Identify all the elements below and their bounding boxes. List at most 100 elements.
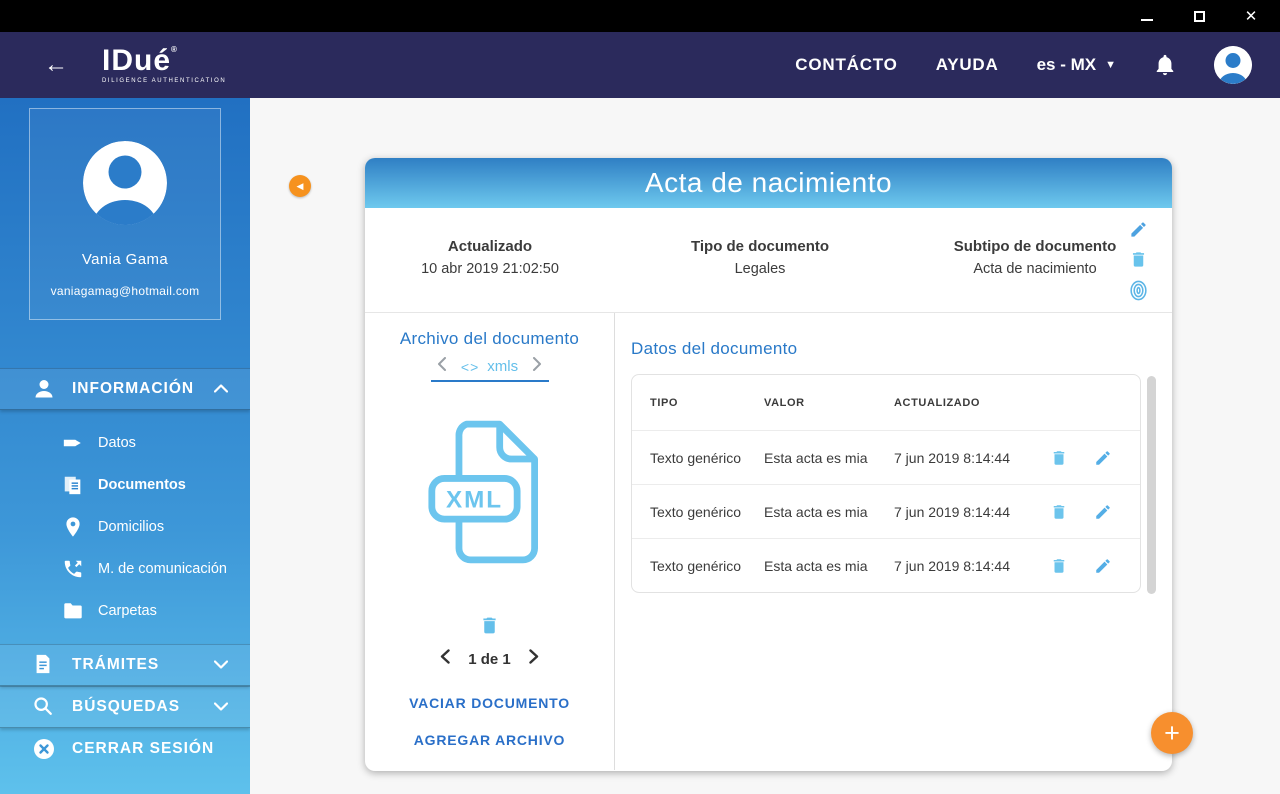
profile-name: Vania Gama xyxy=(81,251,169,268)
delete-trash-icon[interactable] xyxy=(1129,250,1148,269)
location-pin-icon xyxy=(62,516,84,538)
user-avatar[interactable] xyxy=(1214,46,1252,84)
logo-text: IDué xyxy=(102,44,172,77)
app-header: ← IDué® DILIGENCE AUTHENTICATION CONTÁCT… xyxy=(0,32,1280,98)
add-fab-button[interactable]: + xyxy=(1151,712,1193,754)
profile-email: vaniagamag@hotmail.com xyxy=(50,284,200,298)
cell-tipo: Texto genérico xyxy=(650,557,742,574)
sidebar-item-label: Documentos xyxy=(98,477,186,493)
registered-mark: ® xyxy=(171,45,178,54)
cell-actualizado: 7 jun 2019 8:14:44 xyxy=(894,503,1010,520)
fingerprint-icon[interactable] xyxy=(1129,280,1148,301)
document-card-header: Acta de nacimiento xyxy=(365,158,1172,208)
vaciar-documento-link[interactable]: VACIAR DOCUMENTO xyxy=(409,695,570,711)
column-header-actualizado: ACTUALIZADO xyxy=(894,396,981,409)
sidebar: Vania Gama vaniagamag@hotmail.com INFORM… xyxy=(0,98,250,794)
cell-actualizado: 7 jun 2019 8:14:44 xyxy=(894,557,1010,574)
logo-tagline: DILIGENCE AUTHENTICATION xyxy=(102,78,227,84)
profile-card: Vania Gama vaniagamag@hotmail.com xyxy=(29,108,221,320)
archivo-panel: Archivo del documento <> xmls XML 1 de 1… xyxy=(365,313,615,770)
datos-table: TIPO VALOR ACTUALIZADO Texto genérico Es… xyxy=(631,374,1141,593)
meta-label: Subtipo de documento xyxy=(953,238,1117,255)
code-icon: <> xyxy=(460,358,480,375)
logout-button[interactable]: CERRAR SESIÓN xyxy=(0,728,250,770)
datos-heading: Datos del documento xyxy=(631,339,798,358)
document-card: Acta de nacimiento Actualizado 10 abr 20… xyxy=(365,158,1172,771)
datos-panel: Datos del documento TIPO VALOR ACTUALIZA… xyxy=(615,313,1172,770)
close-circle-icon xyxy=(32,737,56,761)
meta-value: Acta de nacimiento xyxy=(973,261,1097,277)
chevron-down-icon xyxy=(213,656,229,674)
table-row: Texto genérico Esta acta es mia 7 jun 20… xyxy=(632,430,1140,484)
row-delete-trash-icon[interactable] xyxy=(1050,557,1068,575)
documents-icon xyxy=(62,474,84,496)
pager-prev-icon[interactable] xyxy=(440,649,450,669)
cell-valor: Esta acta es mia xyxy=(764,503,868,520)
tag-icon xyxy=(62,432,84,454)
nav-contacto[interactable]: CONTÁCTO xyxy=(795,55,897,75)
sidebar-item-domicilios[interactable]: Domicilios xyxy=(0,506,250,548)
document-meta: Actualizado 10 abr 2019 21:02:50 Tipo de… xyxy=(365,208,1172,313)
sidebar-item-carpetas[interactable]: Carpetas xyxy=(0,590,250,632)
chevron-right-icon[interactable] xyxy=(532,357,542,376)
sidebar-item-datos[interactable]: Datos xyxy=(0,422,250,464)
file-pagination: 1 de 1 xyxy=(440,649,539,669)
maximize-icon[interactable] xyxy=(1184,3,1214,29)
document-title: Acta de nacimiento xyxy=(644,167,893,198)
row-delete-trash-icon[interactable] xyxy=(1050,503,1068,521)
profile-avatar xyxy=(83,141,167,225)
file-icon xyxy=(32,653,56,677)
folder-icon xyxy=(62,600,84,622)
minimize-icon[interactable] xyxy=(1132,3,1162,29)
file-tab-switcher: <> xmls xyxy=(437,357,542,376)
meta-label: Actualizado xyxy=(447,238,533,255)
meta-value: Legales xyxy=(734,261,786,277)
sidebar-section-informacion[interactable]: INFORMACIÓN xyxy=(0,368,250,410)
table-header-row: TIPO VALOR ACTUALIZADO xyxy=(632,375,1140,430)
chevron-down-icon: ▼ xyxy=(1105,59,1116,71)
notifications-bell-icon[interactable] xyxy=(1154,53,1176,77)
section-label: INFORMACIÓN xyxy=(72,380,195,397)
tab-xmls[interactable]: xmls xyxy=(487,358,518,375)
pager-label: 1 de 1 xyxy=(468,650,511,668)
cell-tipo: Texto genérico xyxy=(650,503,742,520)
edit-pencil-icon[interactable] xyxy=(1129,220,1148,239)
meta-value: 10 abr 2019 21:02:50 xyxy=(421,261,559,277)
delete-file-trash-icon[interactable] xyxy=(479,615,500,641)
cell-tipo: Texto genérico xyxy=(650,449,742,466)
chevron-down-icon xyxy=(213,698,229,716)
sidebar-nav-list: Datos Documentos Domicilios M. de comuni… xyxy=(0,410,250,640)
sidebar-item-documentos[interactable]: Documentos xyxy=(0,464,250,506)
xml-file-label: XML xyxy=(445,487,502,514)
back-arrow-icon[interactable]: ← xyxy=(44,53,68,77)
xml-file-icon[interactable]: XML xyxy=(426,418,554,571)
sidebar-collapse-button[interactable]: ◀ xyxy=(289,175,311,197)
table-row: Texto genérico Esta acta es mia 7 jun 20… xyxy=(632,538,1140,592)
agregar-archivo-link[interactable]: AGREGAR ARCHIVO xyxy=(414,732,566,748)
language-selector[interactable]: es - MX ▼ xyxy=(1037,55,1116,75)
pager-next-icon[interactable] xyxy=(529,649,539,669)
main-content: ◀ Acta de nacimiento Actualizado 10 abr … xyxy=(250,98,1280,794)
close-icon[interactable]: ✕ xyxy=(1236,3,1266,29)
sidebar-section-busquedas[interactable]: BÚSQUEDAS xyxy=(0,686,250,728)
row-edit-pencil-icon[interactable] xyxy=(1094,449,1112,467)
sidebar-item-label: Domicilios xyxy=(98,519,165,535)
sidebar-section-tramites[interactable]: TRÁMITES xyxy=(0,644,250,686)
sidebar-item-label: Carpetas xyxy=(98,603,157,619)
meta-subtipo: Subtipo de documento Acta de nacimiento xyxy=(905,238,1165,312)
sidebar-item-comunicacion[interactable]: M. de comunicación xyxy=(0,548,250,590)
chevron-up-icon xyxy=(213,380,229,398)
chevron-left-icon[interactable] xyxy=(437,357,447,376)
row-edit-pencil-icon[interactable] xyxy=(1094,557,1112,575)
section-label: TRÁMITES xyxy=(72,656,160,673)
column-header-tipo: TIPO xyxy=(650,396,679,409)
meta-tipo: Tipo de documento Legales xyxy=(615,238,905,312)
row-edit-pencil-icon[interactable] xyxy=(1094,503,1112,521)
nav-ayuda[interactable]: AYUDA xyxy=(936,55,999,75)
column-header-valor: VALOR xyxy=(764,396,805,409)
section-label: BÚSQUEDAS xyxy=(72,698,181,715)
meta-actualizado: Actualizado 10 abr 2019 21:02:50 xyxy=(365,238,615,312)
table-row: Texto genérico Esta acta es mia 7 jun 20… xyxy=(632,484,1140,538)
table-scrollbar[interactable] xyxy=(1147,376,1156,594)
row-delete-trash-icon[interactable] xyxy=(1050,449,1068,467)
